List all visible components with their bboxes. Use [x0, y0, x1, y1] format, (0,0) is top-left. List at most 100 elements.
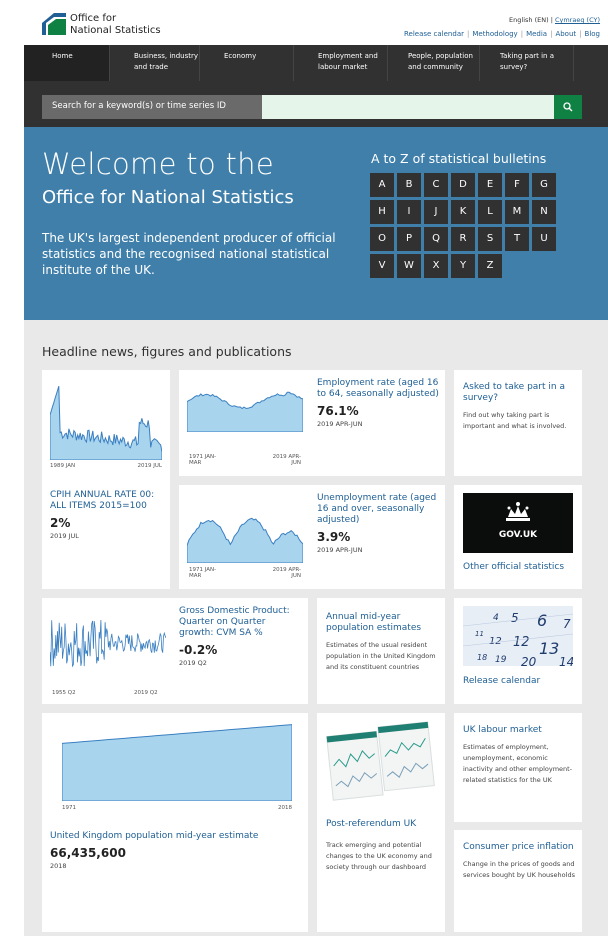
card-post-referendum[interactable]: Post-referendum UK Track emerging and po…: [317, 713, 445, 932]
cpi-title[interactable]: Consumer price inflation: [463, 842, 575, 853]
card-cpih[interactable]: 1989 JAN 2019 JUL CPIH ANNUAL RATE 00: A…: [42, 370, 170, 589]
population-x-start: 1971: [62, 805, 76, 811]
card-govuk[interactable]: GOV.UK Other official statistics: [454, 485, 582, 589]
az-letter-e[interactable]: E: [478, 173, 502, 197]
az-letter-t[interactable]: T: [505, 227, 529, 251]
cpih-title[interactable]: CPIH ANNUAL RATE 00: ALL ITEMS 2015=100: [50, 490, 162, 512]
cpih-value: 2%: [50, 516, 71, 530]
az-letter-p[interactable]: P: [397, 227, 421, 251]
gdp-title[interactable]: Gross Domestic Product: Quarter on Quart…: [179, 606, 301, 639]
employment-title[interactable]: Employment rate (aged 16 to 64, seasonal…: [317, 378, 439, 400]
media-link[interactable]: Media: [526, 30, 547, 38]
nav-business[interactable]: Business, industry and trade: [110, 45, 200, 81]
card-survey[interactable]: Asked to take part in a survey? Find out…: [454, 370, 582, 476]
az-title: A to Z of statistical bulletins: [371, 151, 547, 166]
search-icon: [563, 102, 573, 112]
az-letter-g[interactable]: G: [532, 173, 556, 197]
unemployment-date: 2019 APR-JUN: [317, 546, 363, 554]
az-letter-i[interactable]: I: [397, 200, 421, 224]
cpih-x-start: 1989 JAN: [50, 463, 76, 469]
card-unemployment[interactable]: 1971 JAN-MAR 2019 APR-JUN Unemployment r…: [179, 485, 445, 589]
release-calendar-link[interactable]: Release calendar: [463, 676, 540, 687]
gdp-date: 2019 Q2: [179, 659, 207, 667]
card-population[interactable]: 1971 2018 United Kingdom population mid-…: [42, 713, 308, 932]
az-letter-l[interactable]: L: [478, 200, 502, 224]
svg-text:5: 5: [511, 611, 519, 625]
employment-x-end: 2019 APR-JUN: [272, 454, 301, 466]
logo-text-line2[interactable]: National Statistics: [70, 25, 161, 37]
language-switcher: English (EN) | Cymraeg (CY): [509, 16, 600, 24]
govuk-logo: GOV.UK: [463, 493, 573, 553]
logo-text-line1[interactable]: Office for: [70, 13, 116, 25]
card-employment[interactable]: 1971 JAN-MAR 2019 APR-JUN Employment rat…: [179, 370, 445, 476]
search-button[interactable]: [554, 95, 582, 119]
gdp-value: -0.2%: [179, 643, 218, 657]
unemployment-title[interactable]: Unemployment rate (aged 16 and over, sea…: [317, 493, 439, 526]
card-release-calendar[interactable]: 4 5 6 7 11 12 12 13 18 19 20 14 Release calendar: [454, 598, 582, 704]
az-letter-d[interactable]: D: [451, 173, 475, 197]
nav-survey[interactable]: Taking part in a survey?: [480, 45, 574, 81]
labour-title[interactable]: UK labour market: [463, 725, 575, 736]
site-header: Office for National Statistics English (…: [0, 0, 608, 45]
az-letter-c[interactable]: C: [424, 173, 448, 197]
az-letter-x[interactable]: X: [424, 254, 448, 278]
nav-economy[interactable]: Economy: [200, 45, 294, 81]
cpih-sparkline: [50, 386, 162, 460]
az-letter-q[interactable]: Q: [424, 227, 448, 251]
az-letter-j[interactable]: J: [424, 200, 448, 224]
az-letter-y[interactable]: Y: [451, 254, 475, 278]
az-letter-u[interactable]: U: [532, 227, 556, 251]
lang-cymraeg-link[interactable]: Cymraeg (CY): [555, 16, 600, 24]
crown-icon: [506, 502, 530, 521]
card-labour-market[interactable]: UK labour market Estimates of employment…: [454, 713, 582, 822]
az-letter-r[interactable]: R: [451, 227, 475, 251]
lang-current: English (EN): [509, 16, 549, 24]
survey-title[interactable]: Asked to take part in a survey?: [463, 382, 575, 404]
midyear-desc: Estimates of the usual resident populati…: [326, 641, 436, 671]
labour-desc: Estimates of employment, unemployment, e…: [463, 743, 573, 784]
population-sparkline: [62, 724, 292, 801]
az-letter-m[interactable]: M: [505, 200, 529, 224]
nav-employment[interactable]: Employment and labour market: [294, 45, 388, 81]
population-title[interactable]: United Kingdom population mid-year estim…: [50, 831, 300, 842]
govuk-logo-text: GOV.UK: [498, 530, 538, 540]
az-letter-z[interactable]: Z: [478, 254, 502, 278]
about-link[interactable]: About: [555, 30, 576, 38]
az-letter-b[interactable]: B: [397, 173, 421, 197]
hero-welcome: Welcome to the: [42, 147, 274, 181]
employment-value: 76.1%: [317, 404, 359, 418]
hero-description: The UK's largest independent producer of…: [42, 231, 336, 277]
az-letter-o[interactable]: O: [370, 227, 394, 251]
ons-logo-icon[interactable]: [42, 13, 66, 35]
az-letter-v[interactable]: V: [370, 254, 394, 278]
midyear-title[interactable]: Annual mid-year population estimates: [326, 612, 438, 634]
blog-link[interactable]: Blog: [585, 30, 600, 38]
calendar-image: 4 5 6 7 11 12 12 13 18 19 20 14: [463, 606, 573, 666]
release-calendar-link[interactable]: Release calendar: [404, 30, 464, 38]
search-label: Search for a keyword(s) or time series I…: [42, 95, 262, 119]
methodology-link[interactable]: Methodology: [472, 30, 517, 38]
nav-home[interactable]: Home: [24, 45, 110, 81]
cpih-x-end: 2019 JUL: [137, 463, 162, 469]
az-letter-a[interactable]: A: [370, 173, 394, 197]
az-letter-f[interactable]: F: [505, 173, 529, 197]
search-input[interactable]: [262, 95, 554, 119]
employment-date: 2019 APR-JUN: [317, 420, 363, 428]
svg-text:19: 19: [495, 655, 507, 665]
govuk-link[interactable]: Other official statistics: [463, 562, 564, 573]
postref-desc: Track emerging and potential changes to …: [326, 841, 432, 871]
card-gdp[interactable]: 1955 Q2 2019 Q2 Gross Domestic Product: …: [42, 598, 308, 704]
az-letter-h[interactable]: H: [370, 200, 394, 224]
main-nav: Home Business, industry and trade Econom…: [24, 45, 608, 81]
az-letter-k[interactable]: K: [451, 200, 475, 224]
card-midyear[interactable]: Annual mid-year population estimates Est…: [317, 598, 445, 704]
az-letter-n[interactable]: N: [532, 200, 556, 224]
card-cpi[interactable]: Consumer price inflation Change in the p…: [454, 830, 582, 932]
headline-section: Headline news, figures and publications …: [24, 320, 608, 936]
postref-title[interactable]: Post-referendum UK: [326, 819, 438, 830]
hero-org-name: Office for National Statistics: [42, 187, 294, 208]
az-letter-s[interactable]: S: [478, 227, 502, 251]
survey-desc: Find out why taking part is important an…: [463, 411, 567, 430]
az-letter-w[interactable]: W: [397, 254, 421, 278]
nav-people[interactable]: People, population and community: [388, 45, 480, 81]
